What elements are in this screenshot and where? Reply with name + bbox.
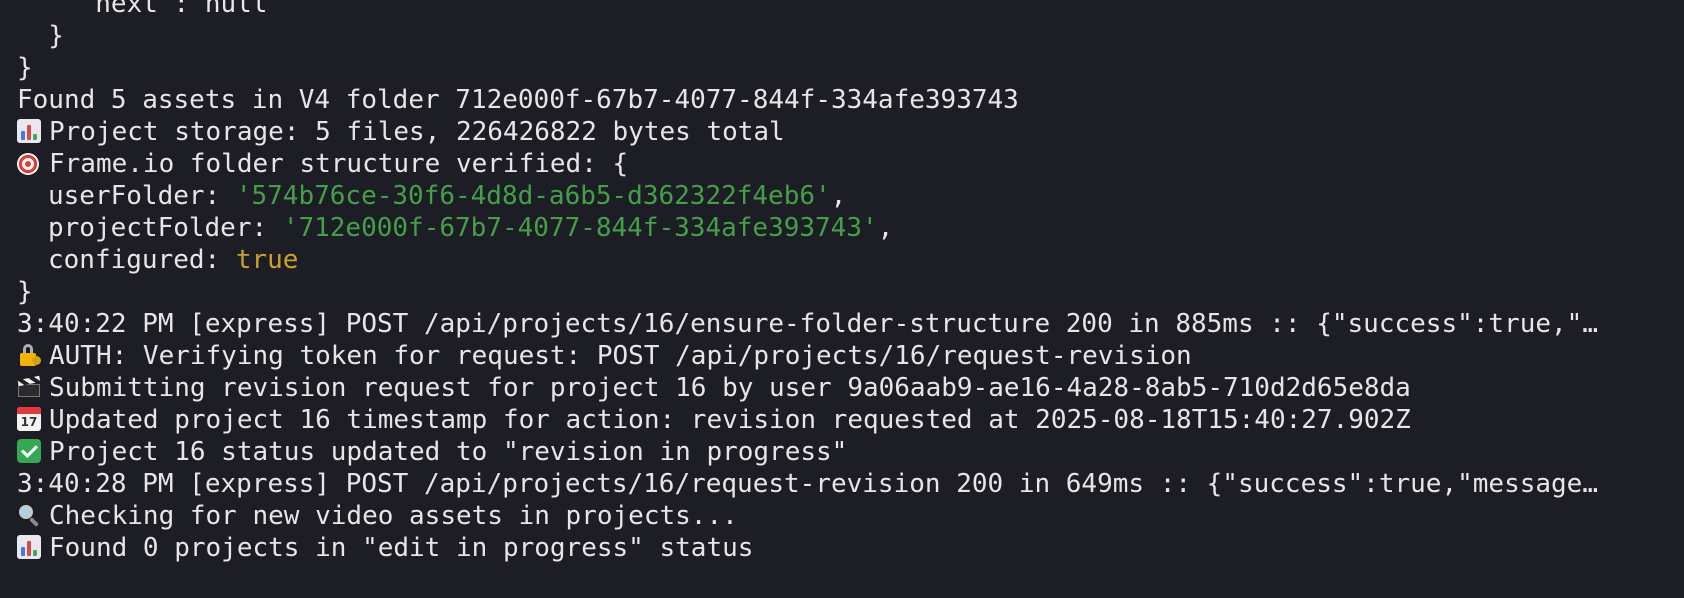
terminal-line: "next": null bbox=[17, 0, 1684, 20]
terminal-output: "next": null } } Found 5 assets in V4 fo… bbox=[17, 0, 1684, 564]
terminal-line: Project 16 status updated to "revision i… bbox=[17, 436, 1684, 468]
terminal-line: userFolder: '574b76ce-30f6-4d8d-a6b5-d36… bbox=[17, 180, 1684, 212]
string-value: '574b76ce-30f6-4d8d-a6b5-d362322f4eb6' bbox=[235, 181, 831, 211]
terminal-line: 17 Updated project 16 timestamp for actio… bbox=[17, 404, 1684, 436]
object-key: projectFolder: bbox=[48, 213, 283, 243]
line-text: } bbox=[17, 277, 33, 307]
bar-chart-icon bbox=[17, 119, 41, 143]
terminal-line: Found 5 assets in V4 folder 712e000f-67b… bbox=[17, 84, 1684, 116]
lock-with-key-icon bbox=[17, 343, 41, 367]
terminal-line: Submitting revision request for project … bbox=[17, 372, 1684, 404]
magnifying-glass-icon bbox=[17, 503, 41, 527]
terminal-line: Checking for new video assets in project… bbox=[17, 500, 1684, 532]
terminal-line: 3:40:28 PM [express] POST /api/projects/… bbox=[17, 468, 1684, 500]
punctuation: , bbox=[877, 213, 894, 243]
line-text: Updated project 16 timestamp for action:… bbox=[49, 405, 1411, 435]
line-text: } bbox=[17, 21, 64, 51]
string-value: '712e000f-67b7-4077-844f-334afe393743' bbox=[282, 213, 878, 243]
line-text: 3:40:28 PM [express] POST /api/projects/… bbox=[17, 469, 1598, 499]
object-key: configured: bbox=[48, 245, 236, 275]
terminal-line: configured: true bbox=[17, 244, 1684, 276]
line-text: Submitting revision request for project … bbox=[49, 373, 1411, 403]
terminal-line: } bbox=[17, 52, 1684, 84]
line-text: 3:40:22 PM [express] POST /api/projects/… bbox=[17, 309, 1598, 339]
boolean-value: true bbox=[235, 245, 299, 275]
bar-chart-icon bbox=[17, 535, 41, 559]
line-text: Checking for new video assets in project… bbox=[49, 501, 738, 531]
line-text: } bbox=[17, 53, 33, 83]
line-text: "next": null bbox=[17, 0, 268, 19]
punctuation: , bbox=[830, 181, 847, 211]
object-key: userFolder: bbox=[48, 181, 236, 211]
calendar-icon: 17 bbox=[17, 407, 41, 431]
line-text: Project storage: 5 files, 226426822 byte… bbox=[49, 117, 785, 147]
terminal-line: Project storage: 5 files, 226426822 byte… bbox=[17, 116, 1684, 148]
line-text: Found 5 assets in V4 folder 712e000f-67b… bbox=[17, 85, 1019, 115]
terminal-line: Frame.io folder structure verified: { bbox=[17, 148, 1684, 180]
line-text: Project 16 status updated to "revision i… bbox=[49, 437, 848, 467]
line-text: AUTH: Verifying token for request: POST … bbox=[49, 341, 1192, 371]
check-mark-icon bbox=[17, 439, 41, 463]
terminal-window[interactable]: "next": null } } Found 5 assets in V4 fo… bbox=[0, 0, 1684, 598]
line-text: Found 0 projects in "edit in progress" s… bbox=[49, 533, 754, 563]
terminal-line: projectFolder: '712e000f-67b7-4077-844f-… bbox=[17, 212, 1684, 244]
terminal-line: AUTH: Verifying token for request: POST … bbox=[17, 340, 1684, 372]
terminal-line: Found 0 projects in "edit in progress" s… bbox=[17, 532, 1684, 564]
terminal-line: } bbox=[17, 20, 1684, 52]
clapper-board-icon bbox=[17, 375, 41, 399]
terminal-line: 3:40:22 PM [express] POST /api/projects/… bbox=[17, 308, 1684, 340]
target-icon bbox=[17, 153, 39, 175]
calendar-day: 17 bbox=[20, 415, 38, 429]
terminal-line: } bbox=[17, 276, 1684, 308]
line-text: Frame.io folder structure verified: { bbox=[49, 149, 629, 179]
